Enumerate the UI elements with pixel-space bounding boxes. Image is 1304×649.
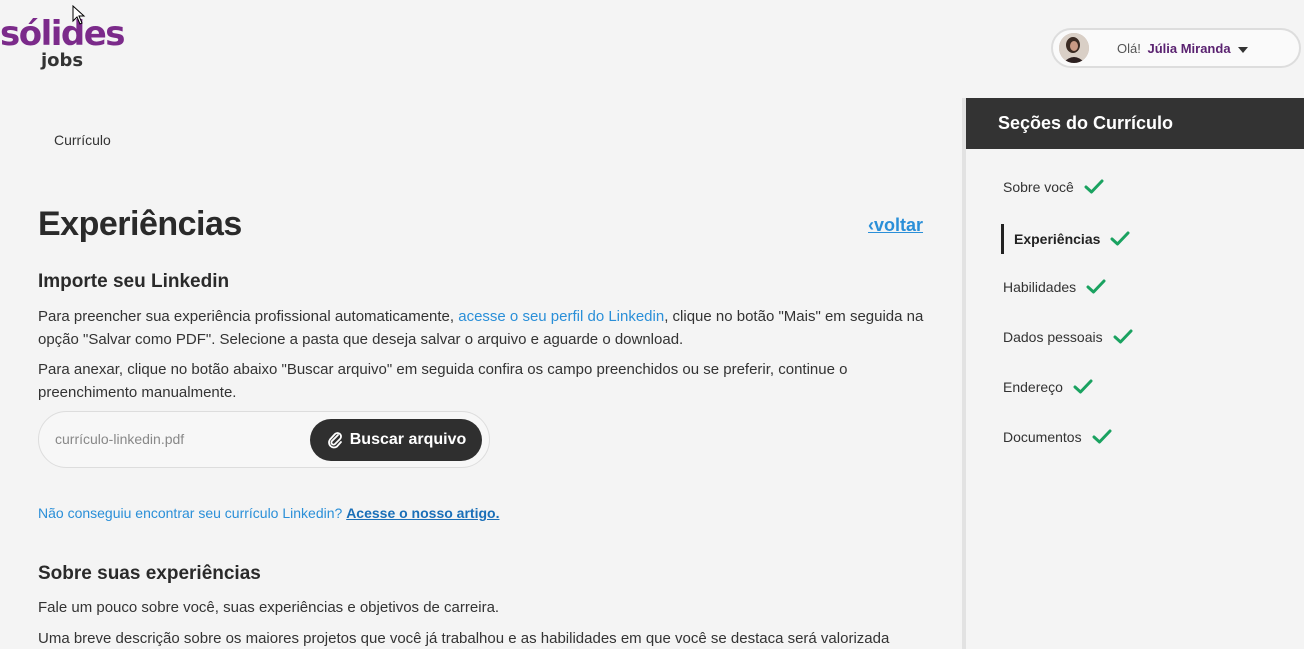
linkedin-heading: Importe seu Linkedin [38,271,230,292]
linkedin-instructions-text-1: Para preencher sua experiência profissio… [38,308,459,325]
search-file-button[interactable]: Buscar arquivo [310,419,482,461]
linkedin-help-question: Não conseguiu encontrar seu currículo Li… [38,505,347,521]
about-experiences-heading: Sobre suas experiências [38,563,261,584]
user-menu-button[interactable]: Olá! Júlia Miranda [1051,28,1301,68]
logo-sub-text: jobs [41,50,84,71]
breadcrumb[interactable]: Currículo [54,132,111,148]
avatar [1059,33,1089,63]
mouse-cursor-icon [72,5,86,25]
sidebar-item-label: Experiências [1014,231,1101,247]
checkmark-icon [1086,279,1106,294]
greeting-label: Olá! [1117,41,1141,56]
sidebar-item-label: Documentos [1003,429,1082,445]
checkmark-icon [1110,231,1130,246]
checkmark-icon [1092,429,1112,444]
sidebar-item-label: Dados pessoais [1003,329,1103,345]
checkmark-icon [1113,329,1133,344]
back-link[interactable]: ‹voltar [868,215,923,236]
sidebar-item-dados-pessoais[interactable]: Dados pessoais [1003,329,1133,345]
sidebar-item-sobre-voce[interactable]: Sobre você [1003,179,1104,195]
sidebar-item-documentos[interactable]: Documentos [1003,429,1112,445]
sidebar-divider [962,98,966,649]
page-title: Experiências [38,205,242,243]
file-upload-field[interactable]: currículo-linkedin.pdf Buscar arquivo [38,411,490,468]
sidebar-item-label: Habilidades [1003,279,1077,295]
about-experiences-description: Uma breve descrição sobre os maiores pro… [38,630,890,647]
paperclip-icon [327,432,342,449]
sidebar-item-label: Sobre você [1003,179,1074,195]
checkmark-icon [1073,379,1093,394]
sidebar-item-habilidades[interactable]: Habilidades [1003,279,1106,295]
logo-main-text: sólides [0,14,126,54]
file-name-placeholder: currículo-linkedin.pdf [55,431,185,447]
sidebar-item-label: Endereço [1003,379,1063,395]
user-greeting: Olá! Júlia Miranda [1117,41,1249,56]
solides-jobs-logo[interactable]: sólides jobs [0,14,130,76]
linkedin-attach-instructions: Para anexar, clique no botão abaixo "Bus… [38,361,848,401]
sidebar-item-endereco[interactable]: Endereço [1003,379,1093,395]
avatar-photo-icon [1059,33,1089,63]
sidebar-item-experiencias[interactable]: Experiências [1001,224,1130,254]
linkedin-help-text: Não conseguiu encontrar seu currículo Li… [38,505,499,521]
sidebar-title: Seções do Currículo [966,98,1304,149]
checkmark-icon [1084,179,1104,194]
about-experiences-intro: Fale um pouco sobre você, suas experiênc… [38,599,500,616]
linkedin-instructions: Para preencher sua experiência profissio… [38,305,928,351]
chevron-down-icon [1238,46,1249,53]
linkedin-help-article-link[interactable]: Acesse o nosso artigo. [346,505,499,521]
search-file-button-label: Buscar arquivo [349,431,467,448]
linkedin-profile-link[interactable]: acesse o seu perfil do Linkedin [458,308,664,325]
user-name: Júlia Miranda [1147,41,1231,56]
